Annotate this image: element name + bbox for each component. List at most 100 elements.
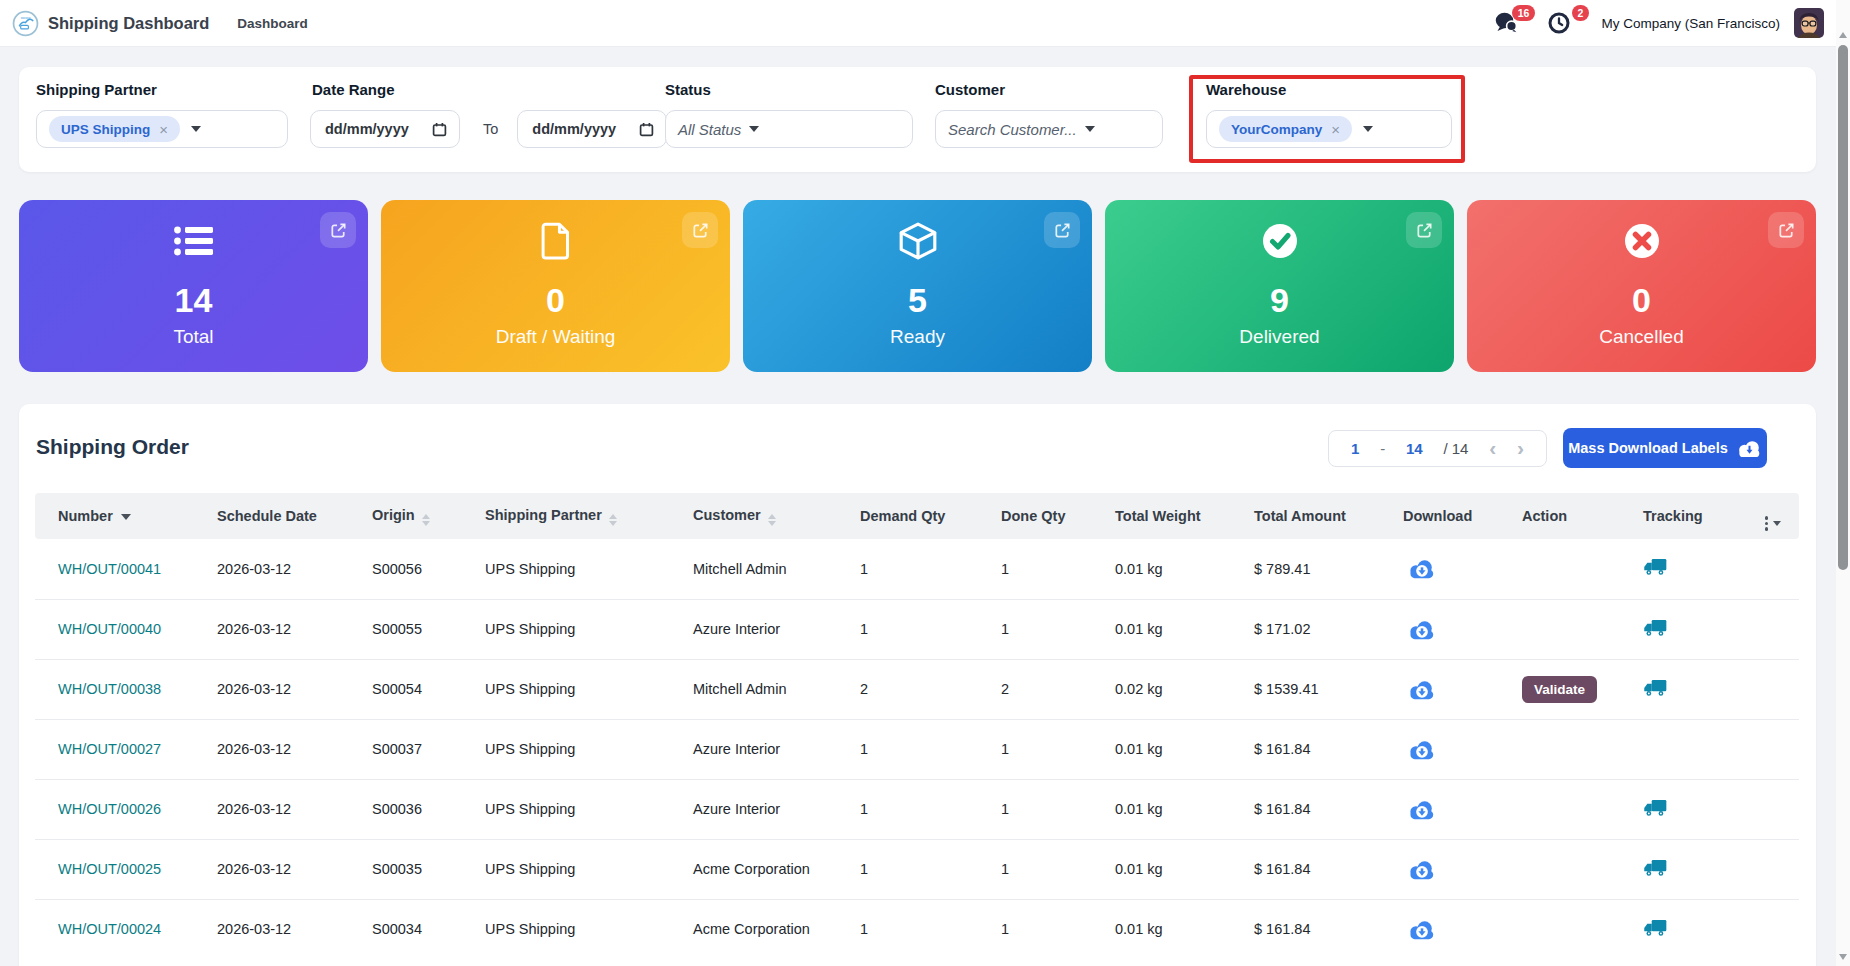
order-row[interactable]: WH/OUT/00027 2026-03-12 S00037 UPS Shipp… xyxy=(35,719,1799,779)
list-icon xyxy=(173,225,215,257)
page-total: / 14 xyxy=(1443,440,1468,457)
order-action-cell xyxy=(1522,779,1643,839)
activities-badge: 2 xyxy=(1572,5,1590,21)
page-from[interactable]: 1 xyxy=(1351,440,1359,457)
cloud-download-icon[interactable] xyxy=(1408,859,1436,880)
stat-card-draft-waiting[interactable]: 0 Draft / Waiting xyxy=(381,200,730,372)
order-row[interactable]: WH/OUT/00026 2026-03-12 S00036 UPS Shipp… xyxy=(35,779,1799,839)
order-download-cell xyxy=(1403,899,1522,959)
validate-button[interactable]: Validate xyxy=(1522,676,1597,703)
messages-button[interactable]: 16 xyxy=(1493,10,1519,36)
scrollbar-thumb[interactable] xyxy=(1838,45,1848,570)
order-action-cell xyxy=(1522,599,1643,659)
mass-download-labels-button[interactable]: Mass Download Labels xyxy=(1563,428,1767,468)
order-row[interactable]: WH/OUT/00025 2026-03-12 S00035 UPS Shipp… xyxy=(35,839,1799,899)
remove-tag-icon[interactable]: × xyxy=(159,121,168,138)
order-schedule-date: 2026-03-12 xyxy=(217,599,372,659)
app-logo-icon[interactable]: oooo xyxy=(12,10,39,37)
order-customer: Acme Corporation xyxy=(693,839,860,899)
cloud-download-icon xyxy=(1737,439,1762,458)
cloud-download-icon[interactable] xyxy=(1408,799,1436,820)
col-total-weight[interactable]: Total Weight xyxy=(1115,493,1254,539)
truck-icon[interactable] xyxy=(1643,798,1668,818)
order-action-cell xyxy=(1522,899,1643,959)
status-select[interactable]: All Status xyxy=(665,110,913,148)
order-origin: S00034 xyxy=(372,899,485,959)
menu-dashboard[interactable]: Dashboard xyxy=(237,16,308,31)
x-circle-icon xyxy=(1623,222,1661,260)
col-number[interactable]: Number xyxy=(35,493,217,539)
order-row[interactable]: WH/OUT/00024 2026-03-12 S00034 UPS Shipp… xyxy=(35,899,1799,959)
chevron-down-icon[interactable] xyxy=(1363,126,1373,132)
stat-card-ready[interactable]: 5 Ready xyxy=(743,200,1092,372)
shipping-partner-select[interactable]: UPS Shipping × xyxy=(36,110,288,148)
customer-search-select[interactable]: Search Customer... xyxy=(935,110,1163,148)
activities-button[interactable]: 2 xyxy=(1547,10,1573,36)
prev-page-button[interactable]: ‹ xyxy=(1489,437,1496,458)
order-tracking-cell xyxy=(1643,599,1755,659)
col-download[interactable]: Download xyxy=(1403,493,1522,539)
vertical-scrollbar[interactable] xyxy=(1836,0,1850,966)
col-action[interactable]: Action xyxy=(1522,493,1643,539)
open-external-button[interactable] xyxy=(682,212,718,248)
truck-icon[interactable] xyxy=(1643,918,1668,938)
date-to-input[interactable]: dd/mm/yyyy xyxy=(517,110,667,148)
truck-icon[interactable] xyxy=(1643,618,1668,638)
order-action-cell xyxy=(1522,839,1643,899)
external-link-icon xyxy=(1415,221,1434,240)
truck-icon[interactable] xyxy=(1643,557,1668,577)
cloud-download-icon[interactable] xyxy=(1408,919,1436,940)
col-options[interactable] xyxy=(1755,493,1799,539)
stat-card-delivered[interactable]: 9 Delivered xyxy=(1105,200,1454,372)
order-row[interactable]: WH/OUT/00038 2026-03-12 S00054 UPS Shipp… xyxy=(35,659,1799,719)
open-external-button[interactable] xyxy=(320,212,356,248)
order-number-link[interactable]: WH/OUT/00024 xyxy=(35,899,217,959)
col-tracking[interactable]: Tracking xyxy=(1643,493,1755,539)
user-avatar[interactable] xyxy=(1794,8,1824,38)
warehouse-tag[interactable]: YourCompany × xyxy=(1219,116,1352,142)
cloud-download-icon[interactable] xyxy=(1408,558,1436,579)
company-switcher[interactable]: My Company (San Francisco) xyxy=(1601,16,1780,31)
order-number-link[interactable]: WH/OUT/00026 xyxy=(35,779,217,839)
truck-icon[interactable] xyxy=(1643,858,1668,878)
scroll-up-arrow-icon[interactable] xyxy=(1839,32,1847,38)
cloud-download-icon[interactable] xyxy=(1408,739,1436,760)
pagination: 1 - 14 / 14 ‹ › xyxy=(1328,430,1547,467)
order-number-link[interactable]: WH/OUT/00041 xyxy=(35,539,217,599)
open-external-button[interactable] xyxy=(1406,212,1442,248)
date-from-input[interactable]: dd/mm/yyyy xyxy=(310,110,460,148)
customer-label: Customer xyxy=(935,81,1163,98)
col-demand-qty[interactable]: Demand Qty xyxy=(860,493,1001,539)
order-row[interactable]: WH/OUT/00041 2026-03-12 S00056 UPS Shipp… xyxy=(35,539,1799,599)
col-origin[interactable]: Origin xyxy=(372,493,485,539)
page-to[interactable]: 14 xyxy=(1406,440,1423,457)
order-row[interactable]: WH/OUT/00040 2026-03-12 S00055 UPS Shipp… xyxy=(35,599,1799,659)
scroll-down-arrow-icon[interactable] xyxy=(1839,954,1847,960)
remove-tag-icon[interactable]: × xyxy=(1331,121,1340,138)
col-schedule-date[interactable]: Schedule Date xyxy=(217,493,372,539)
col-total-amount[interactable]: Total Amount xyxy=(1254,493,1403,539)
open-external-button[interactable] xyxy=(1044,212,1080,248)
stat-card-cancelled[interactable]: 0 Cancelled xyxy=(1467,200,1816,372)
warehouse-select[interactable]: YourCompany × xyxy=(1206,110,1452,148)
truck-icon[interactable] xyxy=(1643,678,1668,698)
stat-cards-row: 14 Total 0 Draft / Waiting 5 Ready xyxy=(19,200,1816,372)
order-number-link[interactable]: WH/OUT/00038 xyxy=(35,659,217,719)
col-shipping-partner[interactable]: Shipping Partner xyxy=(485,493,693,539)
sort-icon xyxy=(609,514,617,526)
next-page-button[interactable]: › xyxy=(1517,437,1524,458)
cloud-download-icon[interactable] xyxy=(1408,619,1436,640)
order-number-link[interactable]: WH/OUT/00025 xyxy=(35,839,217,899)
order-number-link[interactable]: WH/OUT/00040 xyxy=(35,599,217,659)
col-customer[interactable]: Customer xyxy=(693,493,860,539)
order-done-qty: 1 xyxy=(1001,599,1115,659)
order-demand-qty: 2 xyxy=(860,659,1001,719)
chevron-down-icon[interactable] xyxy=(191,126,201,132)
order-number-link[interactable]: WH/OUT/00027 xyxy=(35,719,217,779)
col-done-qty[interactable]: Done Qty xyxy=(1001,493,1115,539)
shipping-partner-tag[interactable]: UPS Shipping × xyxy=(49,116,180,142)
cloud-download-icon[interactable] xyxy=(1408,679,1436,700)
stat-card-total[interactable]: 14 Total xyxy=(19,200,368,372)
order-customer: Azure Interior xyxy=(693,719,860,779)
open-external-button[interactable] xyxy=(1768,212,1804,248)
